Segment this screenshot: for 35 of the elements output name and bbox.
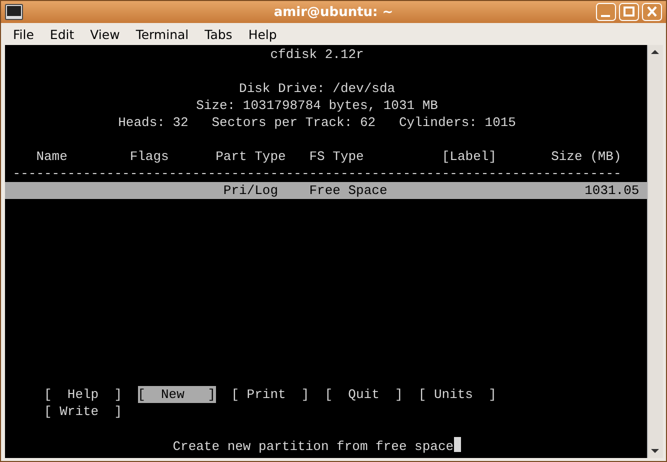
minimize-icon[interactable] — [596, 3, 616, 21]
column-header: Part Type — [216, 148, 286, 165]
partition-row[interactable]: Pri/Log Free Space 1031.05 — [5, 182, 647, 199]
maximize-icon[interactable] — [619, 3, 639, 21]
disk-info-line: Size: 1031798784 bytes, 1031 MB — [196, 98, 438, 113]
scrollbar[interactable] — [647, 45, 663, 458]
text-cursor — [454, 437, 462, 452]
menu-option[interactable]: [ Units ] — [418, 386, 496, 403]
table-cell: 1031.05 — [584, 182, 640, 199]
column-header: [Label] — [442, 148, 496, 165]
menu-option[interactable]: [ Print ] — [231, 386, 310, 403]
column-header: FS Type — [309, 148, 364, 165]
menu-option[interactable]: [ Quit ] — [324, 386, 403, 403]
menu-item[interactable]: View — [82, 26, 128, 42]
column-header: Name — [36, 148, 68, 165]
status-message: Create new partition from free space — [172, 439, 454, 454]
disk-info-line: Disk Drive: /dev/sda — [239, 81, 396, 96]
menu-item[interactable]: Help — [240, 26, 285, 42]
close-icon[interactable] — [642, 3, 662, 21]
column-header: Flags — [130, 148, 169, 165]
menu-item[interactable]: File — [5, 26, 42, 42]
column-header: Size (MB) — [551, 148, 622, 165]
table-cell: Pri/Log — [223, 182, 278, 199]
menu-option[interactable]: [ New ] — [138, 386, 216, 403]
disk-info-line: Heads: 32 Sectors per Track: 62 Cylinders: 1015 — [118, 115, 516, 130]
window-title: amir@ubuntu: ~ — [272, 4, 394, 20]
program-title: cfdisk 2.12r — [270, 47, 364, 62]
menu-option[interactable]: [ Help ] — [44, 386, 122, 403]
menu-item[interactable]: Edit — [42, 26, 82, 42]
menu-item[interactable]: Terminal — [128, 26, 197, 42]
table-cell: Free Space — [309, 182, 388, 199]
separator-line: ------------------------------------------------------------------------------ — [12, 166, 622, 181]
terminal-icon — [5, 4, 23, 20]
menu-item[interactable]: Tabs — [196, 26, 240, 42]
menu-option[interactable]: [ Write ] — [44, 403, 122, 420]
